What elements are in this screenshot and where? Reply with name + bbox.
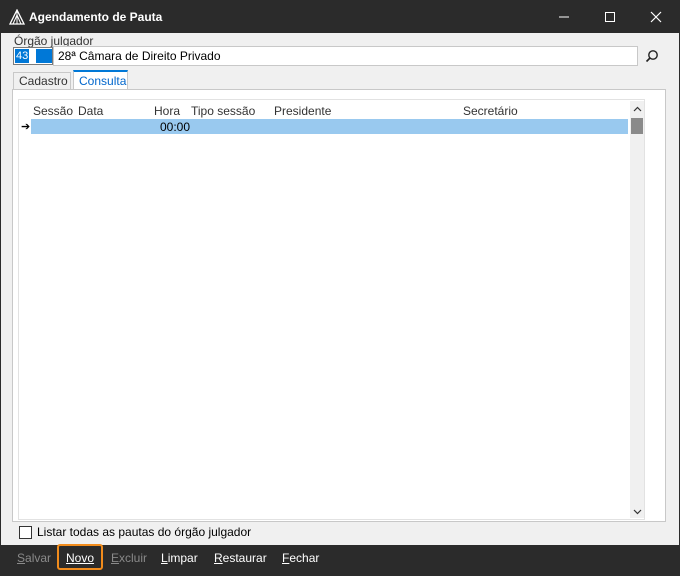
fechar-label: echar <box>289 551 320 565</box>
restaurar-button[interactable]: Restaurar <box>214 551 267 565</box>
close-button[interactable] <box>633 1 679 33</box>
row-indicator-icon: ➔ <box>21 121 31 133</box>
tent-logo-icon <box>8 8 26 25</box>
col-header-sessao[interactable]: Sessão <box>33 104 73 118</box>
fechar-button[interactable]: Fechar <box>282 551 319 565</box>
consulta-panel: Sessão Data Hora Tipo sessão Presidente … <box>12 89 666 522</box>
maximize-icon <box>604 11 616 23</box>
limpar-mnemonic: L <box>161 551 168 565</box>
tab-consulta[interactable]: Consulta <box>73 70 128 89</box>
close-icon <box>650 11 662 23</box>
col-header-presidente[interactable]: Presidente <box>274 104 331 118</box>
excluir-button[interactable]: Excluir <box>111 551 147 565</box>
listar-todas-option[interactable]: Listar todas as pautas do órgão julgador <box>19 524 251 540</box>
salvar-mnemonic: S <box>17 551 26 565</box>
title-bar[interactable]: Agendamento de Pauta <box>1 1 679 33</box>
limpar-button[interactable]: Limpar <box>161 551 198 565</box>
minimize-button[interactable] <box>541 1 587 33</box>
scroll-down-button[interactable] <box>630 504 644 518</box>
excluir-mnemonic: E <box>111 551 120 565</box>
tab-label: Consulta <box>79 74 127 88</box>
table-row[interactable]: 00:00 <box>31 119 628 134</box>
salvar-button[interactable]: Salvar <box>17 551 51 565</box>
orgao-name-field[interactable]: 28ª Câmara de Direito Privado <box>53 46 638 66</box>
search-button[interactable] <box>641 47 663 67</box>
tab-label: Cadastro <box>19 74 68 88</box>
chevron-up-icon <box>633 101 642 115</box>
scroll-thumb[interactable] <box>631 118 643 134</box>
restaurar-mnemonic: R <box>214 551 223 565</box>
novo-highlight-box <box>57 544 103 570</box>
col-header-tipo-sessao[interactable]: Tipo sessão <box>191 104 255 118</box>
orgao-code-input[interactable]: 43 <box>13 47 53 65</box>
chevron-down-icon <box>633 504 642 518</box>
scroll-up-button[interactable] <box>630 101 644 115</box>
listar-todas-label: Listar todas as pautas do órgão julgador <box>37 525 252 539</box>
excluir-label: xcluir <box>119 551 148 565</box>
text-selection <box>36 49 52 63</box>
listar-todas-checkbox[interactable] <box>19 525 32 539</box>
app-window: Agendamento de Pauta Órgão julgador 43 2… <box>0 0 680 576</box>
salvar-label: alvar <box>25 551 52 565</box>
cell-hora: 00:00 <box>160 120 191 134</box>
search-icon <box>645 49 659 66</box>
col-header-data[interactable]: Data <box>78 104 103 118</box>
col-header-hora[interactable]: Hora <box>154 104 180 118</box>
maximize-button[interactable] <box>587 1 633 33</box>
window-title: Agendamento de Pauta <box>29 10 163 24</box>
vertical-scrollbar[interactable] <box>630 101 644 518</box>
minimize-icon <box>558 11 570 23</box>
pautas-grid[interactable]: Sessão Data Hora Tipo sessão Presidente … <box>18 99 645 520</box>
limpar-label: impar <box>167 551 198 565</box>
tab-cadastro[interactable]: Cadastro <box>13 72 71 89</box>
orgao-code-value: 43 <box>15 49 30 63</box>
col-header-secretario[interactable]: Secretário <box>463 104 518 118</box>
restaurar-label: estaurar <box>222 551 267 565</box>
